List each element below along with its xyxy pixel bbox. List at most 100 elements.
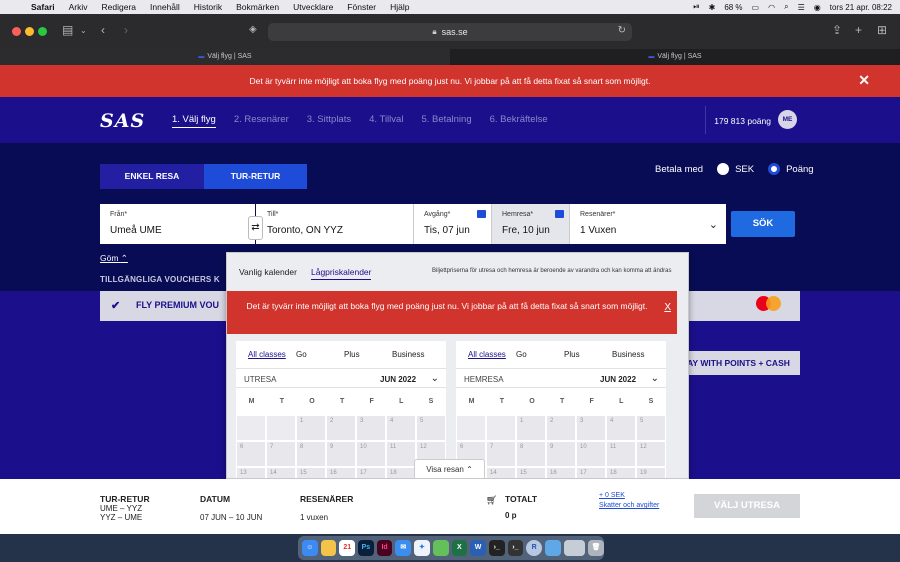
menu-app-name[interactable]: Safari <box>31 2 55 12</box>
toolbar-icon[interactable] <box>563 540 586 556</box>
wifi-icon[interactable]: ◠ <box>768 3 775 12</box>
month-label[interactable]: JUN 2022 <box>380 375 416 384</box>
class-business[interactable]: Business <box>612 350 672 359</box>
calendar-day[interactable]: 3 <box>576 415 606 441</box>
siri-icon[interactable]: ◉ <box>814 3 821 12</box>
chevron-down-icon[interactable]: ⌄ <box>709 218 718 231</box>
calendar-day[interactable]: 4 <box>606 415 636 441</box>
class-all[interactable]: All classes <box>248 350 296 359</box>
calendar-day[interactable]: 18 <box>606 467 636 478</box>
one-way-toggle[interactable]: ENKEL RESA <box>100 164 204 189</box>
terminal2-icon[interactable]: ›_ <box>507 540 524 556</box>
calendar-day[interactable]: 14 <box>266 467 296 478</box>
menu-redigera[interactable]: Redigera <box>102 2 137 12</box>
swap-icon[interactable]: ⇄ <box>248 216 263 240</box>
calendar-icon[interactable]: 21 <box>339 540 356 556</box>
calendar-day[interactable]: 14 <box>486 467 516 478</box>
menu-fonster[interactable]: Fönster <box>347 2 376 12</box>
taxes-link[interactable]: Skatter och avgifter <box>599 502 659 509</box>
calendar-day[interactable]: 6 <box>236 441 266 467</box>
class-go[interactable]: Go <box>516 350 564 359</box>
indesign-icon[interactable]: Id <box>376 540 393 556</box>
return-value[interactable]: Fre, 10 jun <box>502 225 550 236</box>
word-icon[interactable]: W <box>470 540 486 556</box>
radio-sek-label[interactable]: SEK <box>735 164 754 175</box>
chevron-down-icon[interactable]: ⌄ <box>431 373 439 384</box>
search-button[interactable]: SÖK <box>731 211 795 237</box>
back-icon[interactable]: ‹ <box>101 23 105 37</box>
calendar-day[interactable]: 7 <box>486 441 516 467</box>
trash-icon[interactable]: 🗑︎ <box>588 540 604 556</box>
calendar-day[interactable]: 9 <box>326 441 356 467</box>
menu-hjalp[interactable]: Hjälp <box>390 2 409 12</box>
calendar-day[interactable]: 8 <box>516 441 546 467</box>
passengers-field[interactable]: Resenärer* 1 Vuxen ⌄ <box>569 204 726 244</box>
new-tab-icon[interactable]: + <box>855 23 862 37</box>
passengers-value[interactable]: 1 Vuxen <box>580 225 616 236</box>
excel-icon[interactable]: X <box>451 540 468 556</box>
sas-logo[interactable]: SAS <box>100 110 145 132</box>
maps-icon[interactable] <box>432 540 449 556</box>
departure-value[interactable]: Tis, 07 jun <box>424 225 470 236</box>
minimize-window-button[interactable] <box>25 27 34 36</box>
radio-points[interactable] <box>768 163 781 175</box>
calendar-day[interactable]: 1 <box>516 415 546 441</box>
forward-icon[interactable]: › <box>124 23 128 37</box>
tab-inactive[interactable]: ▬ Välj flyg | SAS <box>450 49 900 65</box>
reload-icon[interactable]: ↻ <box>618 25 626 36</box>
show-trip-button[interactable]: Visa resan ⌃ <box>414 459 485 478</box>
menu-utvecklare[interactable]: Utvecklare <box>293 2 333 12</box>
calendar-day[interactable]: 17 <box>356 467 386 478</box>
class-plus[interactable]: Plus <box>344 350 392 359</box>
from-value[interactable]: Umeå UME <box>110 225 162 236</box>
tab-low-price-calendar[interactable]: Lågpriskalender <box>311 267 372 280</box>
r-icon[interactable]: R <box>526 540 542 556</box>
calendar-day[interactable]: 1 <box>296 415 326 441</box>
calendar-day[interactable]: 16 <box>326 467 356 478</box>
close-icon[interactable]: ✕ <box>858 72 870 89</box>
class-plus[interactable]: Plus <box>564 350 612 359</box>
calendar-day[interactable]: 8 <box>296 441 326 467</box>
class-all[interactable]: All classes <box>468 350 516 359</box>
share-icon[interactable]: ⇪ <box>832 23 842 37</box>
radio-points-label[interactable]: Poäng <box>786 164 813 175</box>
calendar-day[interactable]: 5 <box>636 415 666 441</box>
class-business[interactable]: Business <box>392 350 452 359</box>
calendar-day[interactable]: 9 <box>546 441 576 467</box>
battery-icon[interactable]: ▭ <box>752 3 760 12</box>
to-value[interactable]: Toronto, ON YYZ <box>267 225 343 236</box>
notes-icon[interactable] <box>320 540 337 556</box>
from-field[interactable]: Från* Umeå UME <box>100 204 255 244</box>
points-balance[interactable]: 179 813 poäng <box>714 116 771 126</box>
menu-historik[interactable]: Historik <box>194 2 222 12</box>
radio-sek[interactable] <box>717 163 730 175</box>
calendar-day[interactable]: 15 <box>296 467 326 478</box>
calendar-day[interactable]: 11 <box>606 441 636 467</box>
round-trip-toggle[interactable]: TUR-RETUR <box>204 164 307 189</box>
calendar-day[interactable]: 2 <box>546 415 576 441</box>
search-icon[interactable]: ⌕ <box>784 2 788 12</box>
month-label[interactable]: JUN 2022 <box>600 375 636 384</box>
photoshop-icon[interactable]: Ps <box>358 540 374 556</box>
calendar-day[interactable]: 17 <box>576 467 606 478</box>
calendar-day[interactable]: 15 <box>516 467 546 478</box>
return-date-field[interactable]: Hemresa* Fre, 10 jun <box>491 204 569 244</box>
calendar-day[interactable]: 4 <box>386 415 416 441</box>
pay-points-cash-button[interactable]: PAY WITH POINTS + CASH <box>672 351 800 375</box>
calendar-day[interactable]: 5 <box>416 415 446 441</box>
control-center-icon[interactable]: ☰ <box>798 3 805 12</box>
sek-amount-link[interactable]: + 0 SEK <box>599 492 625 499</box>
menu-arkiv[interactable]: Arkiv <box>69 2 88 12</box>
safari-icon[interactable]: ✦ <box>414 540 430 556</box>
close-icon[interactable]: X <box>664 302 671 313</box>
calendar-day[interactable]: 10 <box>356 441 386 467</box>
calendar-day[interactable]: 10 <box>576 441 606 467</box>
calendar-day[interactable]: 12 <box>636 441 666 467</box>
tab-active[interactable]: ▬ Välj flyg | SAS <box>0 49 450 65</box>
menu-innehall[interactable]: Innehåll <box>150 2 180 12</box>
departure-date-field[interactable]: Avgång* Tis, 07 jun <box>413 204 491 244</box>
to-field[interactable]: Till* Toronto, ON YYZ <box>256 204 413 244</box>
tab-overview-icon[interactable]: ⊞ <box>877 23 887 37</box>
bluetooth-icon[interactable]: ✱ <box>709 3 716 12</box>
calendar-day[interactable]: 2 <box>326 415 356 441</box>
